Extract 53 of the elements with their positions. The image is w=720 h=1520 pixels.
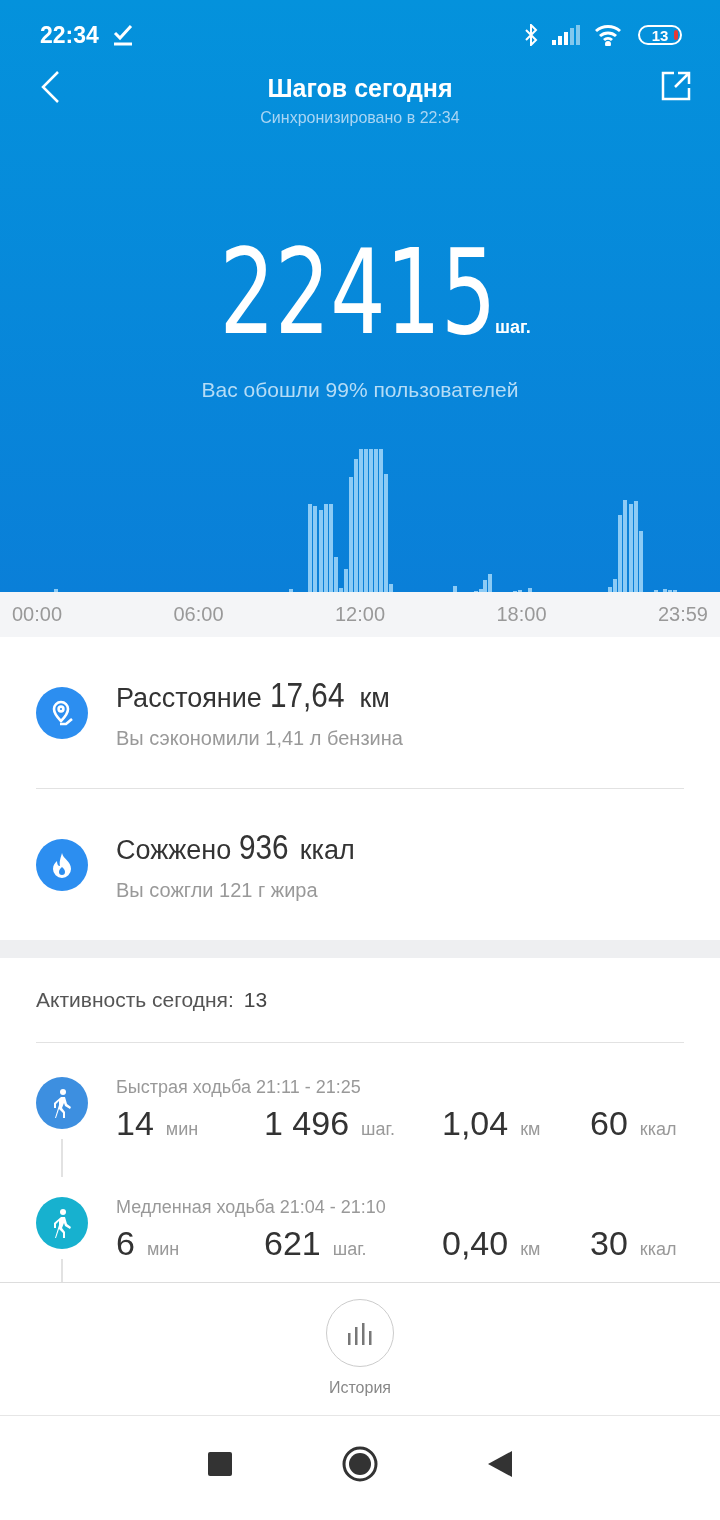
stat-unit: шаг. <box>361 1119 395 1140</box>
time-label: 12:00 <box>334 603 386 626</box>
summary-value: 17,64 <box>269 675 345 715</box>
stat-value: 0,40 <box>442 1224 509 1263</box>
activity-time-range: Быстрая ходьба 21:11 - 21:25 <box>116 1077 362 1098</box>
back-nav-button[interactable] <box>488 1451 512 1477</box>
walking-person-icon <box>51 1208 73 1238</box>
status-time: 22:34 <box>40 21 99 49</box>
stat-value: 14 <box>116 1104 154 1143</box>
battery-icon: 13 <box>638 25 682 45</box>
activity-title: Активность сегодня: <box>36 988 234 1012</box>
home-button[interactable] <box>342 1446 378 1482</box>
stat-unit: км <box>520 1119 541 1140</box>
stat-unit: мин <box>165 1119 199 1140</box>
stat-unit: ккал <box>639 1239 677 1260</box>
time-label: 06:00 <box>173 603 224 626</box>
sync-status: Синхронизировано в 22:34 <box>260 109 460 127</box>
step-count: 22415 <box>219 242 497 342</box>
stat-value: 60 <box>590 1104 628 1143</box>
summary-label: Расстояние <box>116 683 262 714</box>
summary-value: 936 <box>239 827 289 867</box>
stat-value: 30 <box>590 1224 628 1263</box>
summary-unit: ккал <box>299 835 355 866</box>
summary-unit: км <box>359 683 390 714</box>
summary-note: Вы сожгли 121 г жира <box>116 879 319 902</box>
signal-icon <box>552 25 580 45</box>
activity-time-range: Медленная ходьба 21:04 - 21:10 <box>116 1197 387 1218</box>
stat-unit: ккал <box>639 1119 677 1140</box>
bluetooth-icon <box>524 24 538 46</box>
back-button[interactable] <box>40 70 60 104</box>
histogram-bar <box>453 586 457 592</box>
stat-value: 6 <box>116 1224 135 1263</box>
stat-value: 621 <box>264 1224 321 1263</box>
stat-unit: км <box>520 1239 541 1260</box>
time-label: 00:00 <box>12 603 63 626</box>
history-label: История <box>328 1379 391 1397</box>
page-title: Шагов сегодня <box>267 74 453 103</box>
activity-count: 13 <box>243 988 268 1012</box>
time-label: 18:00 <box>496 603 547 626</box>
stat-value: 1 496 <box>264 1104 350 1143</box>
share-button[interactable] <box>660 70 692 102</box>
summary-label: Сожжено <box>116 835 232 866</box>
stat-unit: мин <box>146 1239 180 1260</box>
stat-unit: шаг. <box>332 1239 367 1260</box>
bar-chart-icon <box>346 1321 374 1345</box>
time-label: 23:59 <box>657 603 708 626</box>
stat-value: 1,04 <box>442 1104 509 1143</box>
walking-person-icon <box>51 1088 73 1118</box>
wifi-icon <box>594 24 624 46</box>
step-unit: шаг. <box>494 317 531 338</box>
ranking-text: Вас обошли 99% пользователей <box>201 378 519 402</box>
summary-note: Вы сэкономили 1,41 л бензина <box>116 727 403 750</box>
checkmark-icon <box>112 24 133 46</box>
